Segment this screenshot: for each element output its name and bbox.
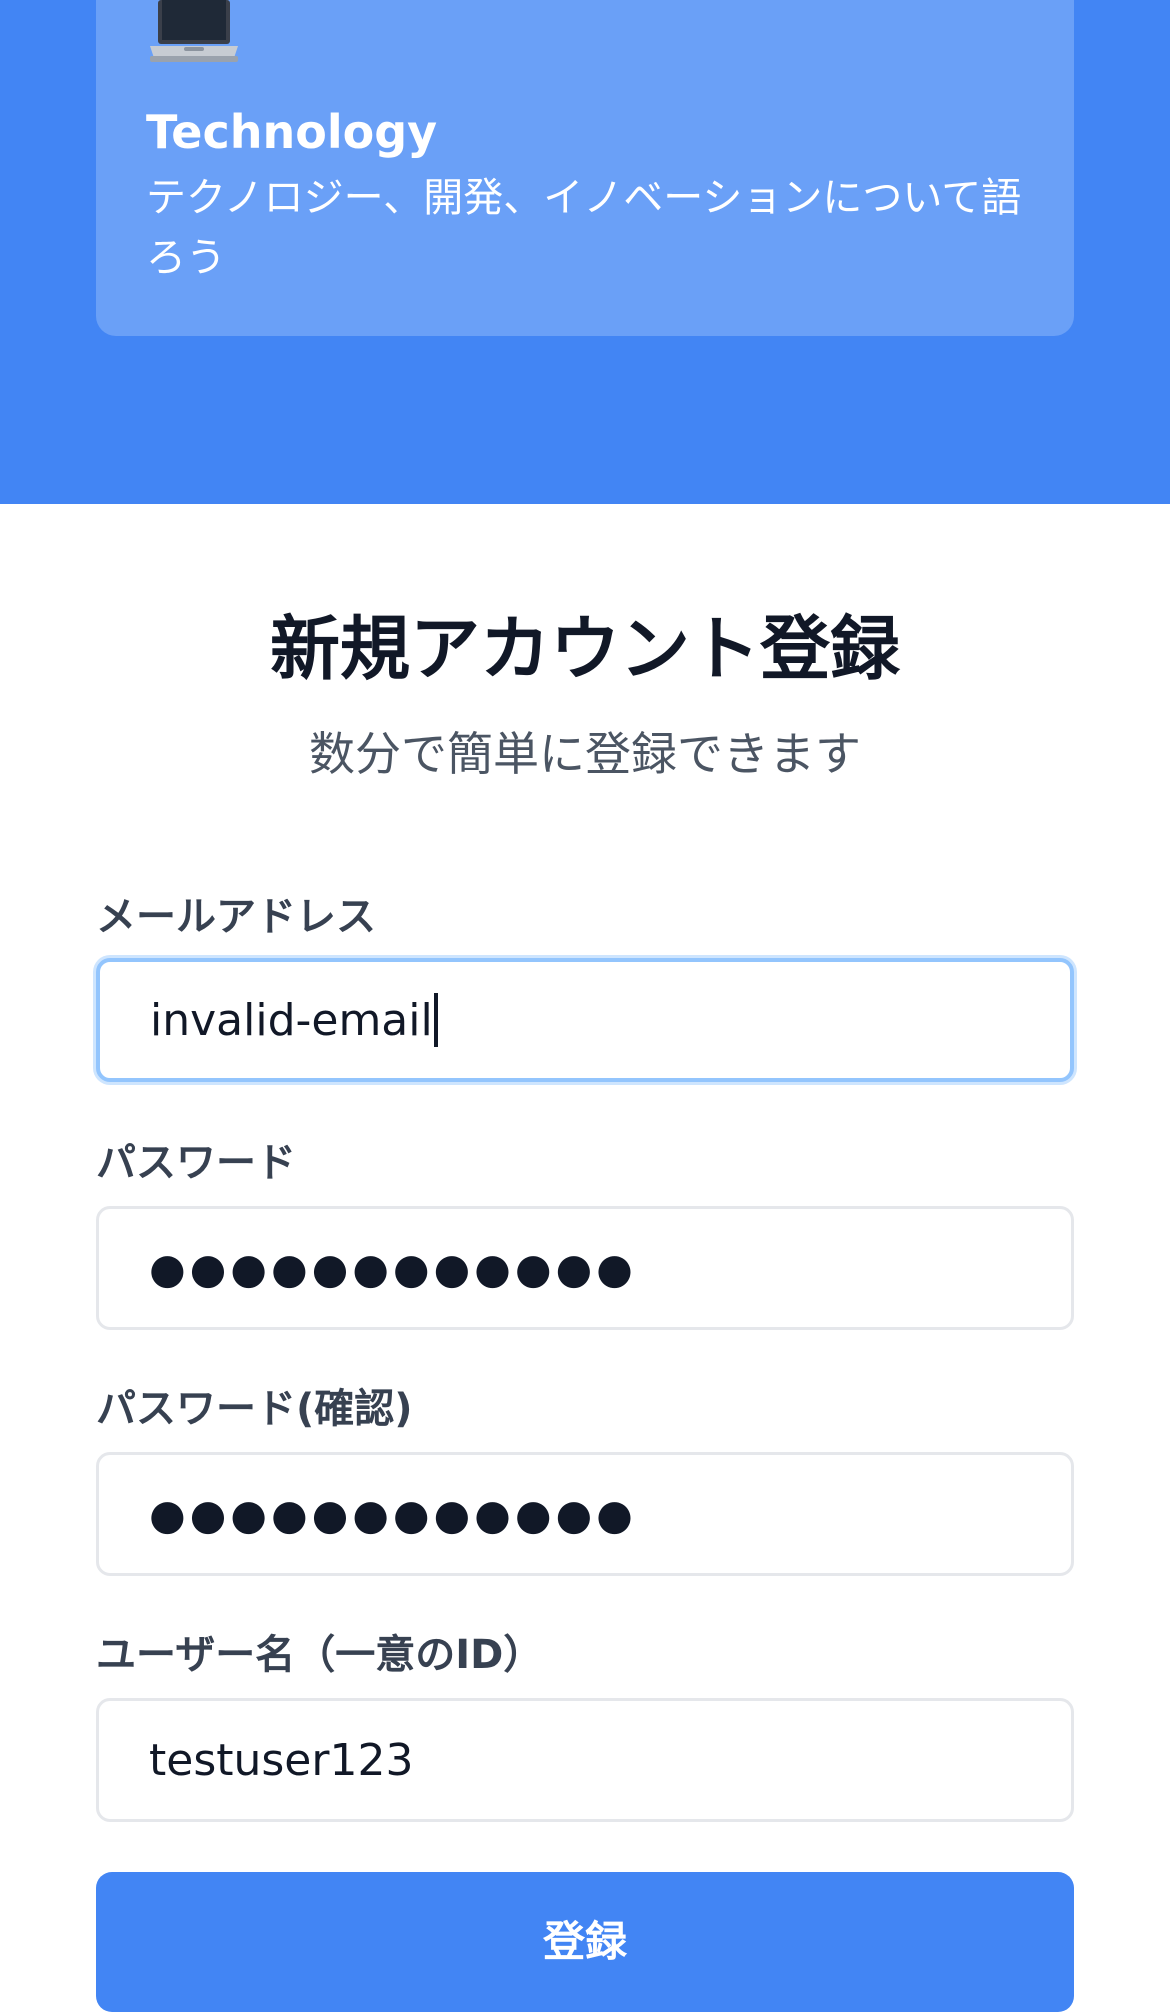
text-caret xyxy=(433,993,438,1047)
username-field[interactable]: testuser123 xyxy=(96,1698,1074,1822)
password-confirm-field[interactable]: ●●●●●●●●●●●● xyxy=(96,1452,1074,1576)
password-label: パスワード xyxy=(96,1140,296,1186)
email-label: メールアドレス xyxy=(96,894,376,940)
password-field[interactable]: ●●●●●●●●●●●● xyxy=(96,1206,1074,1330)
username-label: ユーザー名（一意のID） xyxy=(96,1632,544,1678)
password-confirm-label: パスワード(確認) xyxy=(96,1386,413,1432)
category-title: Technology xyxy=(146,105,438,159)
laptop-icon xyxy=(150,0,238,62)
email-field[interactable]: invalid-email xyxy=(96,958,1074,1082)
page-title: 新規アカウント登録 xyxy=(270,608,900,690)
password-confirm-value: ●●●●●●●●●●●● xyxy=(149,1489,637,1539)
page-subtitle: 数分で簡単に登録できます xyxy=(309,727,861,781)
category-description: テクノロジー、開発、イノベーションについて語ろう xyxy=(146,175,1022,281)
password-value: ●●●●●●●●●●●● xyxy=(149,1243,637,1293)
email-value: invalid-email xyxy=(150,994,433,1046)
username-value: testuser123 xyxy=(149,1734,414,1786)
register-button[interactable]: 登録 xyxy=(96,1872,1074,2012)
